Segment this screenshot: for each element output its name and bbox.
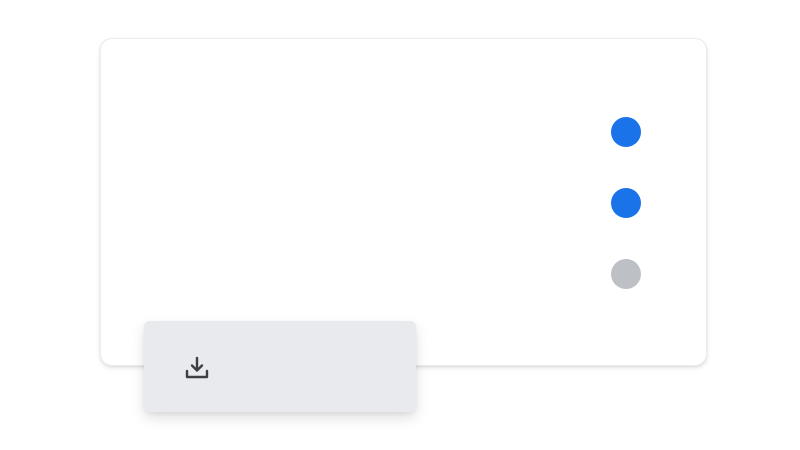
indicator-dot-1[interactable] — [611, 117, 641, 147]
download-icon[interactable] — [184, 355, 210, 381]
indicator-dot-2[interactable] — [611, 188, 641, 218]
content-card — [100, 38, 707, 366]
indicator-dot-3[interactable] — [611, 259, 641, 289]
download-bar[interactable] — [144, 321, 416, 412]
illustration-stage — [0, 0, 800, 450]
